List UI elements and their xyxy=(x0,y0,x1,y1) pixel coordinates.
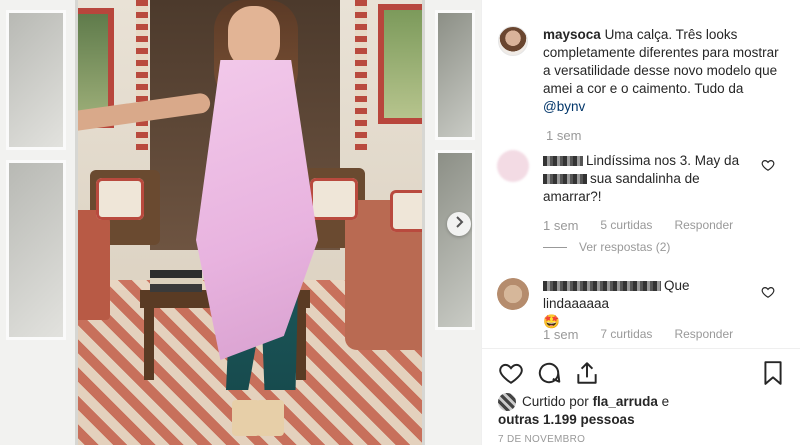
photo-decor xyxy=(355,0,367,150)
comment-likes[interactable]: 5 curtidas xyxy=(600,218,652,233)
share-icon[interactable] xyxy=(574,360,600,386)
comment-text: Lindíssima nos 3. May da xyxy=(586,153,740,168)
liked-by: Curtido por fla_arruda e outras 1.199 pe… xyxy=(498,393,669,429)
comment-time[interactable]: 1 sem xyxy=(543,327,578,342)
avatar[interactable] xyxy=(497,278,529,310)
liked-by-connector: e xyxy=(661,394,670,409)
avatar[interactable] xyxy=(498,393,516,412)
view-replies-label[interactable]: Ver respostas (2) xyxy=(579,240,670,254)
comments-panel: maysoca Uma calça. Três looks completame… xyxy=(481,0,800,445)
liked-by-user[interactable]: fla_arruda xyxy=(593,394,658,409)
action-bar xyxy=(498,360,788,388)
comment: Lindíssima nos 3. May da sua sandalinha … xyxy=(543,152,753,206)
reply-button[interactable]: Responder xyxy=(674,327,733,342)
avatar[interactable] xyxy=(497,150,529,182)
comment-meta: 1 sem 7 curtidas Responder xyxy=(543,327,733,342)
next-photo-button[interactable] xyxy=(447,212,471,236)
post-date[interactable]: 7 DE NOVEMBRO xyxy=(498,434,585,445)
divider xyxy=(543,246,567,248)
comment-mention-redacted xyxy=(543,174,587,185)
heart-icon[interactable] xyxy=(761,285,775,299)
caption-time[interactable]: 1 sem xyxy=(546,128,581,143)
comment-likes[interactable]: 7 curtidas xyxy=(600,327,652,342)
reply-button[interactable]: Responder xyxy=(674,218,733,233)
post-caption: maysoca Uma calça. Três looks completame… xyxy=(543,26,783,116)
comment-username-redacted xyxy=(543,156,583,167)
heart-icon[interactable] xyxy=(498,360,524,386)
chevron-right-icon xyxy=(454,215,464,233)
avatar[interactable] xyxy=(498,26,528,56)
bookmark-icon[interactable] xyxy=(760,360,786,386)
comment-time[interactable]: 1 sem xyxy=(543,218,578,233)
photo-cushion xyxy=(96,178,144,220)
liked-by-others[interactable]: outras 1.199 pessoas xyxy=(498,412,635,427)
liked-by-prefix: Curtido por xyxy=(522,394,589,409)
divider xyxy=(482,348,800,349)
heart-icon[interactable] xyxy=(761,158,775,172)
comment-meta: 1 sem 5 curtidas Responder xyxy=(543,218,733,233)
caption-username[interactable]: maysoca xyxy=(543,27,601,42)
view-replies[interactable]: Ver respostas (2) xyxy=(543,240,670,254)
comment: Que lindaaaaaa Que lindaaaaaa 🤩 xyxy=(543,277,753,331)
caption-mention[interactable]: @bynv xyxy=(543,99,585,114)
post-photo[interactable] xyxy=(0,0,481,445)
comment-icon[interactable] xyxy=(536,360,562,386)
photo-window xyxy=(378,4,428,124)
photo-door xyxy=(0,0,78,445)
comment-username-redacted xyxy=(543,281,661,292)
photo-person xyxy=(60,0,320,445)
photo-decor xyxy=(136,0,148,150)
